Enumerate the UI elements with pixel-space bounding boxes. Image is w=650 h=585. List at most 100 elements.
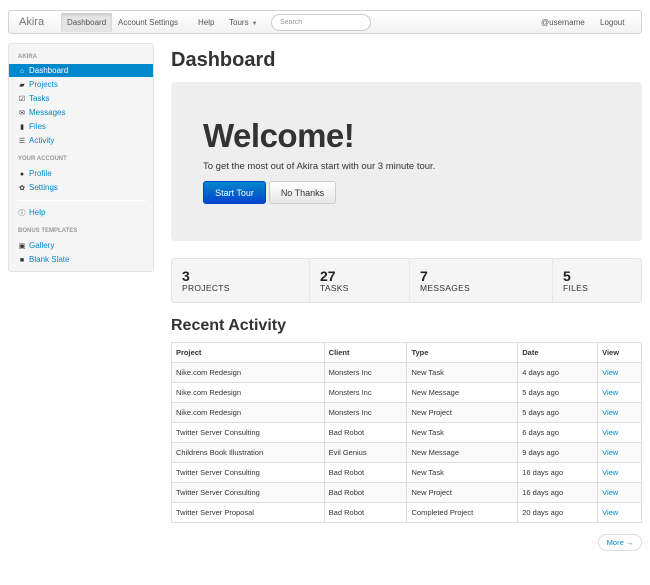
sidebar-item-label: Settings	[29, 183, 58, 192]
stop-icon: ■	[19, 257, 25, 264]
sidebar-item-activity[interactable]: ☰ Activity	[9, 134, 153, 147]
user-icon: ●	[19, 171, 25, 178]
sidebar-item-dashboard[interactable]: ⌂ Dashboard	[9, 64, 153, 77]
sidebar-item-label: Files	[29, 122, 46, 131]
sidebar-item-gallery[interactable]: ▣ Gallery	[9, 239, 153, 252]
view-link[interactable]: View	[597, 482, 642, 503]
table-row: Childrens Book Illustration Evil Genius …	[171, 442, 642, 463]
cell-date: 4 days ago	[517, 362, 599, 383]
sidebar-item-label: Blank Slate	[29, 255, 70, 264]
start-tour-button[interactable]: Start Tour	[203, 181, 266, 204]
stats-bar: 3 PROJECTS 27 TASKS 7 MESSAGES 5 FILES	[171, 258, 642, 303]
view-link[interactable]: View	[597, 382, 642, 403]
view-link[interactable]: View	[597, 442, 642, 463]
sidebar-header-bonus: Bonus Templates	[18, 228, 78, 234]
view-link[interactable]: View	[597, 362, 642, 383]
cell-client: Monsters Inc	[323, 362, 408, 383]
table-row: Nike.com Redesign Monsters Inc New Messa…	[171, 382, 642, 403]
nav-tours-label: Tours	[229, 18, 249, 27]
cell-client: Monsters Inc	[323, 382, 408, 403]
no-thanks-button[interactable]: No Thanks	[269, 181, 336, 204]
sidebar-item-projects[interactable]: ▰ Projects	[9, 78, 153, 91]
view-link[interactable]: View	[597, 422, 642, 443]
table-row: Nike.com Redesign Monsters Inc New Task …	[171, 362, 642, 383]
table-row: Nike.com Redesign Monsters Inc New Proje…	[171, 402, 642, 423]
cell-date: 6 days ago	[517, 422, 599, 443]
sidebar-item-label: Projects	[29, 80, 58, 89]
info-icon: ⓘ	[18, 210, 26, 217]
check-icon: ☑	[18, 96, 26, 103]
sidebar-item-messages[interactable]: ✉ Messages	[9, 106, 153, 119]
stat-divider	[309, 259, 310, 302]
table-header-row: Project Client Type Date View	[171, 342, 642, 363]
sidebar-item-label: Activity	[29, 136, 55, 145]
view-link[interactable]: View	[597, 502, 642, 523]
cell-client: Bad Robot	[323, 462, 408, 483]
cell-client: Bad Robot	[323, 482, 408, 503]
sidebar-item-files[interactable]: ▮ Files	[9, 120, 153, 133]
sidebar-item-label: Messages	[29, 108, 66, 117]
sidebar-item-help[interactable]: ⓘ Help	[9, 206, 153, 219]
cell-type: New Task	[406, 422, 519, 443]
cell-date: 16 days ago	[517, 462, 599, 483]
sidebar-item-label: Dashboard	[29, 66, 69, 75]
sidebar-item-label: Tasks	[29, 94, 50, 103]
brand-logo[interactable]: Akira	[19, 16, 44, 28]
list-icon: ☰	[18, 138, 26, 145]
cell-type: New Task	[406, 362, 519, 383]
sidebar-item-settings[interactable]: ✿ Settings	[9, 181, 153, 194]
sidebar-item-label: Help	[29, 208, 46, 217]
folder-icon: ▰	[19, 82, 25, 89]
gear-icon: ✿	[19, 185, 25, 192]
cell-client: Monsters Inc	[323, 402, 408, 423]
nav-account-settings[interactable]: Account Settings	[112, 13, 184, 32]
nav-tours-dropdown[interactable]: Tours ▼	[223, 13, 264, 32]
envelope-icon: ✉	[19, 110, 25, 117]
sidebar-item-label: Gallery	[29, 241, 55, 250]
cell-type: New Task	[406, 462, 519, 483]
sidebar-item-label: Profile	[29, 169, 52, 178]
column-header-project: Project	[171, 342, 325, 363]
stat-label: TASKS	[320, 283, 349, 293]
sidebar-header-akira: Akira	[18, 54, 37, 60]
stat-value: 5	[563, 268, 571, 284]
view-link[interactable]: View	[597, 462, 642, 483]
view-link[interactable]: View	[597, 402, 642, 423]
more-button[interactable]: More →	[598, 534, 642, 551]
cell-client: Bad Robot	[323, 502, 408, 523]
stat-label: MESSAGES	[420, 283, 471, 293]
sidebar-item-tasks[interactable]: ☑ Tasks	[9, 92, 153, 105]
nav-logout[interactable]: Logout	[594, 13, 630, 32]
nav-dashboard[interactable]: Dashboard	[61, 13, 113, 32]
column-header-view: View	[597, 342, 642, 363]
nav-help[interactable]: Help	[192, 13, 220, 32]
file-icon: ▮	[20, 124, 24, 131]
sidebar-header-account: Your Account	[18, 156, 67, 162]
sidebar-divider	[18, 200, 146, 201]
sidebar-item-blank-slate[interactable]: ■ Blank Slate	[9, 253, 153, 266]
recent-activity-title: Recent Activity	[171, 317, 286, 334]
page-title: Dashboard	[171, 49, 276, 71]
stat-divider	[552, 259, 553, 302]
search-input[interactable]	[271, 14, 371, 31]
stat-divider	[409, 259, 410, 302]
table-row: Twitter Server Consulting Bad Robot New …	[171, 462, 642, 483]
stat-value: 27	[320, 268, 336, 284]
sidebar-item-profile[interactable]: ● Profile	[9, 167, 153, 180]
table-row: Twitter Server Consulting Bad Robot New …	[171, 422, 642, 443]
cell-type: Completed Project	[406, 502, 519, 523]
cell-project: Twitter Server Consulting	[171, 462, 325, 483]
cell-type: New Message	[406, 382, 519, 403]
cell-date: 5 days ago	[517, 402, 599, 423]
cell-client: Bad Robot	[323, 422, 408, 443]
cell-date: 9 days ago	[517, 442, 599, 463]
column-header-client: Client	[323, 342, 408, 363]
cell-type: New Project	[406, 482, 519, 503]
nav-username[interactable]: @username	[535, 13, 591, 32]
cell-project: Nike.com Redesign	[171, 362, 325, 383]
activity-table: Project Client Type Date View Nike.com R…	[171, 342, 642, 523]
welcome-hero: Welcome! To get the most out of Akira st…	[171, 82, 642, 241]
cell-project: Twitter Server Proposal	[171, 502, 325, 523]
hero-title: Welcome!	[203, 117, 355, 154]
stat-label: FILES	[563, 283, 589, 293]
